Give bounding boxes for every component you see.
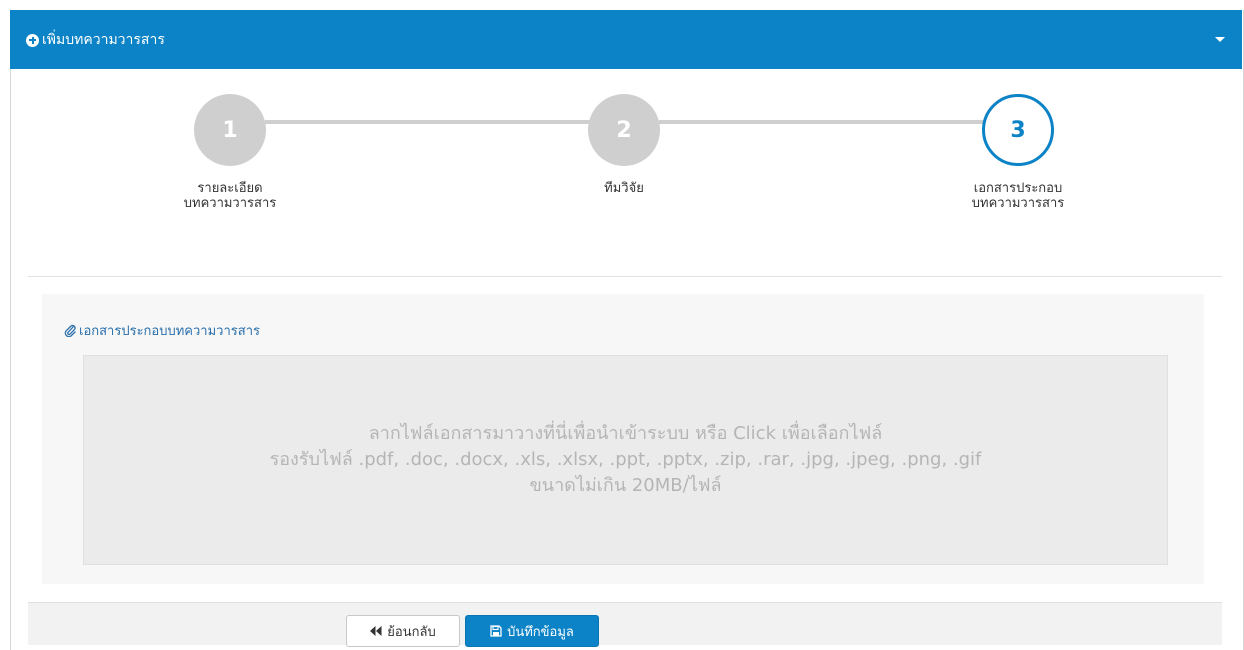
step-1-label: รายละเอียด บทความวารสาร xyxy=(183,181,277,211)
step-3-number: 3 xyxy=(1010,117,1026,143)
step-2-number: 2 xyxy=(616,117,632,143)
back-button-label: ย้อนกลับ xyxy=(387,624,436,640)
dropzone-instruction: ลากไฟล์เอกสารมาวางที่นี่เพื่อนำเข้าระบบ … xyxy=(368,423,883,444)
dropzone-supported-types: รองรับไฟล์ .pdf, .doc, .docx, .xls, .xls… xyxy=(269,449,982,470)
dropzone-size-limit: ขนาดไม่เกิน 20MB/ไฟล์ xyxy=(529,475,722,496)
step-1-circle[interactable]: 1 xyxy=(194,94,266,166)
caret-down-icon[interactable] xyxy=(1215,37,1225,42)
step-3-label: เอกสารประกอบ บทความวารสาร xyxy=(971,181,1065,211)
section-divider xyxy=(28,276,1222,277)
step-1-number: 1 xyxy=(222,117,238,143)
documents-section-title: เอกสารประกอบบทความวารสาร xyxy=(64,320,260,341)
save-button[interactable]: บันทึกข้อมูล xyxy=(465,615,599,647)
step-2-label: ทีมวิจัย xyxy=(604,181,644,196)
panel-title: เพิ่มบทความวารสาร xyxy=(26,30,165,50)
panel-header[interactable]: เพิ่มบทความวารสาร xyxy=(10,10,1242,69)
file-dropzone[interactable]: ลากไฟล์เอกสารมาวางที่นี่เพื่อนำเข้าระบบ … xyxy=(83,355,1168,565)
floppy-disk-icon xyxy=(490,625,502,637)
back-button[interactable]: ย้อนกลับ xyxy=(346,615,460,647)
double-chevron-left-icon xyxy=(370,626,382,636)
step-3-circle[interactable]: 3 xyxy=(982,94,1054,166)
step-connector-2-3 xyxy=(659,120,989,124)
panel-title-text: เพิ่มบทความวารสาร xyxy=(42,32,165,48)
documents-section-title-text: เอกสารประกอบบทความวารสาร xyxy=(79,324,260,339)
form-footer xyxy=(28,602,1222,645)
plus-circle-icon xyxy=(26,33,39,47)
save-button-label: บันทึกข้อมูล xyxy=(507,624,574,640)
step-connector-1-2 xyxy=(265,120,595,124)
step-2-circle[interactable]: 2 xyxy=(588,94,660,166)
paperclip-icon xyxy=(64,324,76,337)
